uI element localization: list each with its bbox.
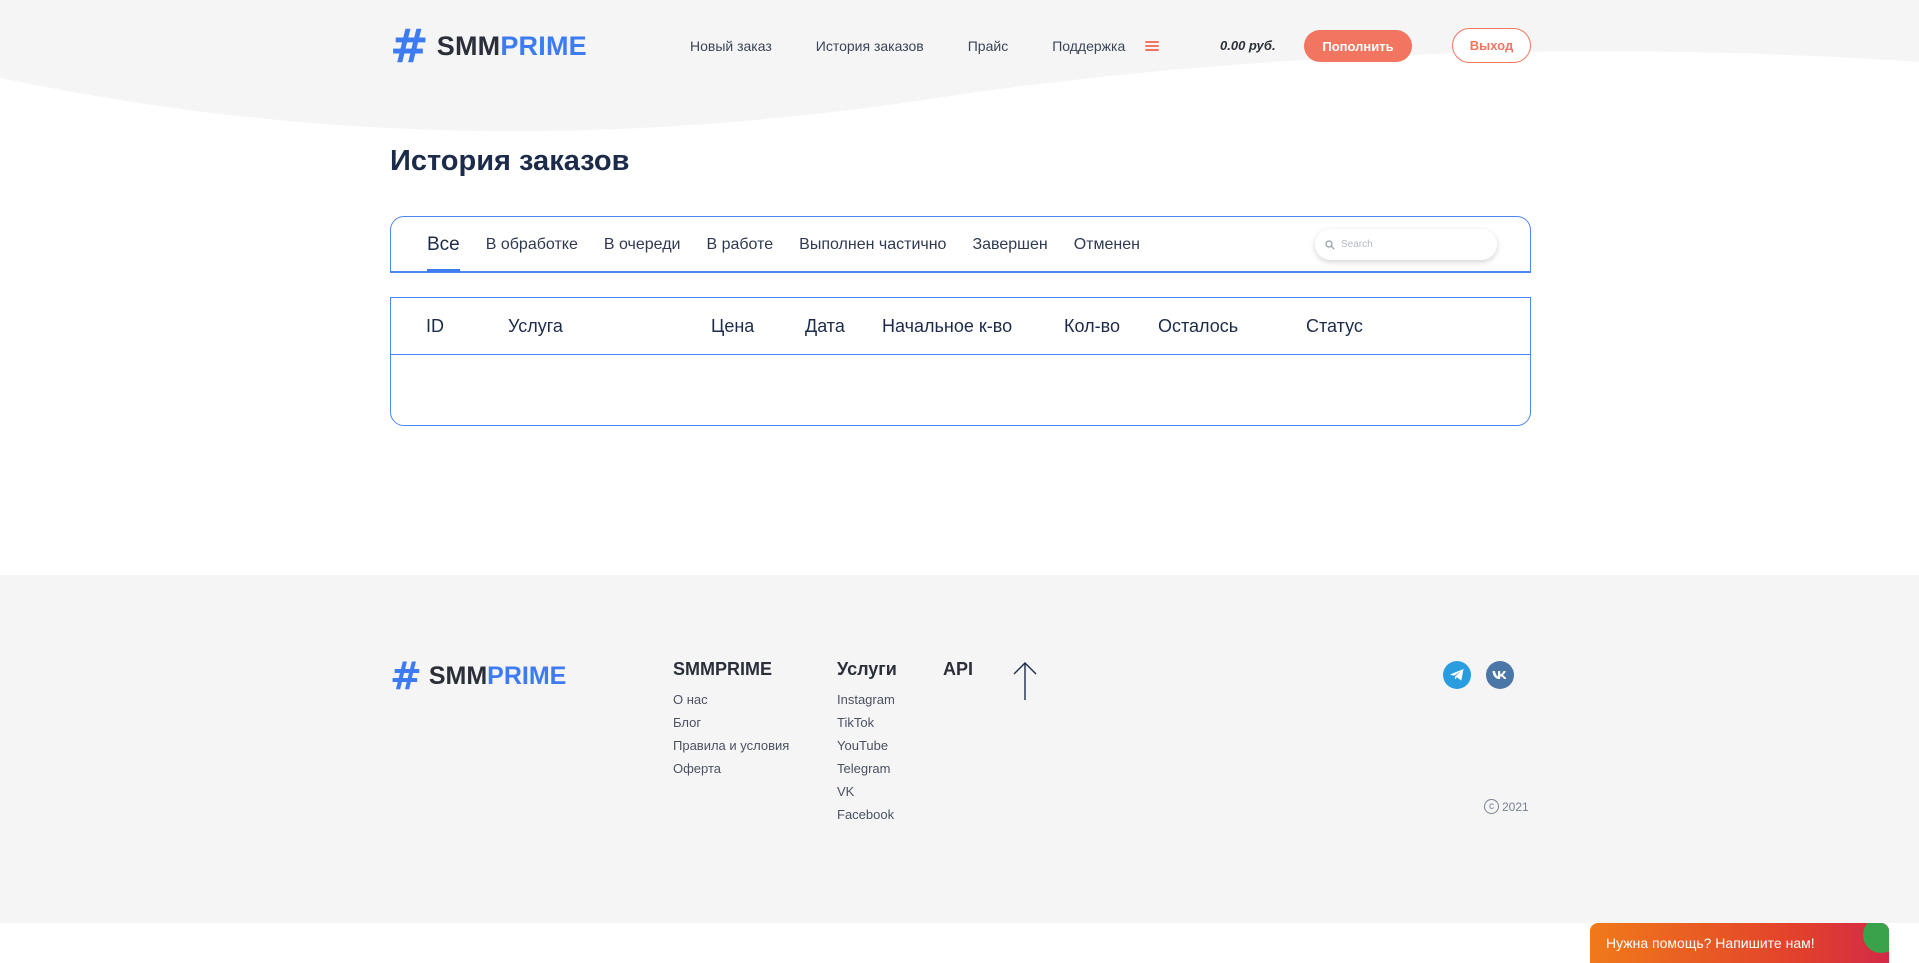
column-header-service: Услуга <box>508 316 563 336</box>
footer-link-vk[interactable]: VK <box>837 780 897 803</box>
status-tabs: Все В обработке В очереди В работе Выпол… <box>427 217 1166 272</box>
footer-link-tiktok[interactable]: TikTok <box>837 711 897 734</box>
nav-support[interactable]: Поддержка <box>1052 38 1125 54</box>
tab-canceled[interactable]: Отменен <box>1074 217 1140 272</box>
hamburger-icon[interactable] <box>1145 40 1160 52</box>
footer-link-terms[interactable]: Правила и условия <box>673 734 789 757</box>
scroll-to-top-arrow-icon[interactable] <box>1012 661 1038 701</box>
footer-link-facebook[interactable]: Facebook <box>837 803 897 826</box>
tab-in-progress[interactable]: В работе <box>706 217 773 272</box>
footer-api-link[interactable]: API <box>943 659 973 680</box>
logo-hash-icon: # <box>390 19 429 73</box>
main-nav: Новый заказ История заказов Прайс Поддер… <box>690 20 1160 72</box>
status-tabs-panel: Все В обработке В очереди В работе Выпол… <box>390 216 1531 273</box>
tab-partial[interactable]: Выполнен частично <box>799 217 946 272</box>
footer-col-company-title: SMMPRIME <box>673 659 772 679</box>
table-body <box>391 355 1530 425</box>
footer-logo-text-prime: PRIME <box>487 661 567 690</box>
help-chat-label: Нужна помощь? Напишите нам! <box>1606 935 1815 951</box>
footer-col-company: SMMPRIME О нас Блог Правила и условия Оф… <box>673 659 789 780</box>
footer-logo-hash-icon: # <box>390 654 422 698</box>
site-footer: # SMM PRIME SMMPRIME О нас Блог Правила и… <box>0 575 1919 923</box>
help-chat-widget[interactable]: Нужна помощь? Напишите нам! <box>1590 923 1889 963</box>
column-header-price: Цена <box>711 316 755 336</box>
tab-queued[interactable]: В очереди <box>604 217 681 272</box>
topup-button[interactable]: Пополнить <box>1304 30 1412 62</box>
column-header-id: ID <box>426 316 444 336</box>
nav-order-history[interactable]: История заказов <box>816 38 924 54</box>
column-header-status: Статус <box>1306 316 1363 336</box>
logo[interactable]: # SMM PRIME <box>390 23 587 69</box>
copyright-year: 2021 <box>1502 799 1529 814</box>
footer-link-blog[interactable]: Блог <box>673 711 789 734</box>
footer-link-offer[interactable]: Оферта <box>673 757 789 780</box>
footer-link-telegram[interactable]: Telegram <box>837 757 897 780</box>
search-box <box>1315 229 1497 260</box>
balance-display: 0.00 руб. <box>1220 38 1276 53</box>
column-header-date: Дата <box>805 316 845 336</box>
logo-text-prime: PRIME <box>500 30 587 61</box>
column-header-remains: Осталось <box>1158 316 1239 336</box>
logo-text-smm: SMM <box>436 30 501 61</box>
footer-logo-text-smm: SMM <box>428 661 488 690</box>
tab-all[interactable]: Все <box>427 217 460 272</box>
tab-completed[interactable]: Завершен <box>972 217 1047 272</box>
footer-col-services: Услуги Instagram TikTok YouTube Telegram… <box>837 659 897 826</box>
orders-table: ID Услуга Цена Дата Начальное к-во Кол-в… <box>390 297 1531 426</box>
footer-logo[interactable]: # SMM PRIME <box>390 657 566 695</box>
nav-price[interactable]: Прайс <box>968 38 1008 54</box>
copyright: c 2021 <box>1484 799 1529 814</box>
copyright-icon: c <box>1484 799 1499 814</box>
logout-button[interactable]: Выход <box>1452 28 1531 63</box>
site-header: # SMM PRIME Новый заказ История заказов П… <box>390 20 1531 72</box>
column-header-quantity: Кол-во <box>1064 316 1120 336</box>
page-title: История заказов <box>390 145 630 177</box>
footer-link-about[interactable]: О нас <box>673 688 789 711</box>
table-header: ID Услуга Цена Дата Начальное к-во Кол-в… <box>391 298 1530 355</box>
footer-link-youtube[interactable]: YouTube <box>837 734 897 757</box>
chat-status-icon <box>1863 923 1889 953</box>
telegram-icon[interactable] <box>1443 661 1471 689</box>
vk-icon[interactable] <box>1486 661 1514 689</box>
tab-processing[interactable]: В обработке <box>486 217 578 272</box>
footer-col-api: API <box>943 659 973 688</box>
search-input[interactable] <box>1341 239 1481 250</box>
search-icon <box>1325 239 1335 250</box>
footer-link-instagram[interactable]: Instagram <box>837 688 897 711</box>
footer-col-services-title: Услуги <box>837 659 897 679</box>
nav-new-order[interactable]: Новый заказ <box>690 38 772 54</box>
column-header-start-count: Начальное к-во <box>882 316 1013 336</box>
